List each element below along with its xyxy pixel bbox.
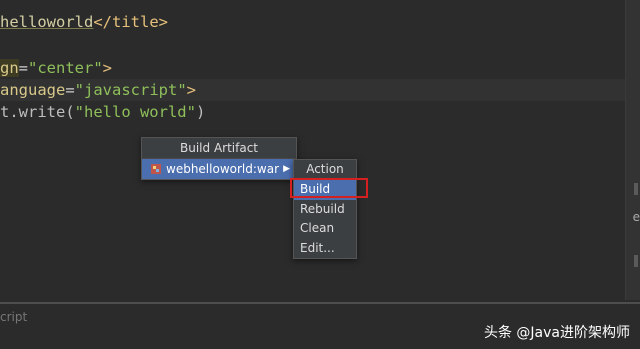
clean-menu-item[interactable]: Clean (294, 219, 356, 239)
gutter-marker (634, 255, 638, 267)
code-line-3: anguage="javascript"> (0, 79, 196, 101)
language-attribute: anguage (0, 81, 66, 99)
code-line-4: t.write("hello world") (0, 101, 205, 123)
artifact-item-label: webhelloworld:war (166, 162, 279, 176)
tag-end: > (186, 81, 196, 99)
chevron-right-icon: ▶ (283, 164, 290, 174)
scroll-gutter[interactable]: e (625, 0, 640, 300)
language-value: "javascript" (74, 81, 187, 99)
gutter-label: e (632, 210, 640, 224)
align-value: "center" (28, 59, 103, 77)
breadcrumb: cript (0, 310, 28, 324)
title-text: helloworld (0, 13, 94, 31)
equals-sign: = (18, 59, 29, 77)
code-line-1: helloworld</title> (0, 11, 168, 33)
align-attribute: gn (0, 59, 19, 77)
artifact-icon (151, 164, 161, 174)
rebuild-menu-item[interactable]: Rebuild (294, 200, 356, 220)
popup-title: Build Artifact (142, 138, 296, 159)
action-submenu: Action Build Rebuild Clean Edit... (293, 159, 357, 259)
equals-sign: = (65, 81, 75, 99)
write-call: t.write( (0, 103, 75, 121)
watermark: 头条 @Java进阶架构师 (483, 325, 630, 341)
closing-title-tag: </title> (93, 13, 168, 31)
build-artifact-popup: Build Artifact webhelloworld:war ▶ (141, 137, 297, 180)
tag-end: > (102, 59, 113, 77)
write-argument: "hello world" (74, 103, 196, 121)
build-highlight-box (290, 178, 368, 198)
code-line-2: gn="center"> (0, 57, 112, 79)
edit-menu-item[interactable]: Edit... (294, 239, 356, 259)
artifact-item-webhelloworld-war[interactable]: webhelloworld:war ▶ (142, 159, 296, 179)
close-paren: ) (195, 103, 206, 121)
submenu-title: Action (294, 160, 356, 180)
gutter-marker (634, 183, 638, 195)
